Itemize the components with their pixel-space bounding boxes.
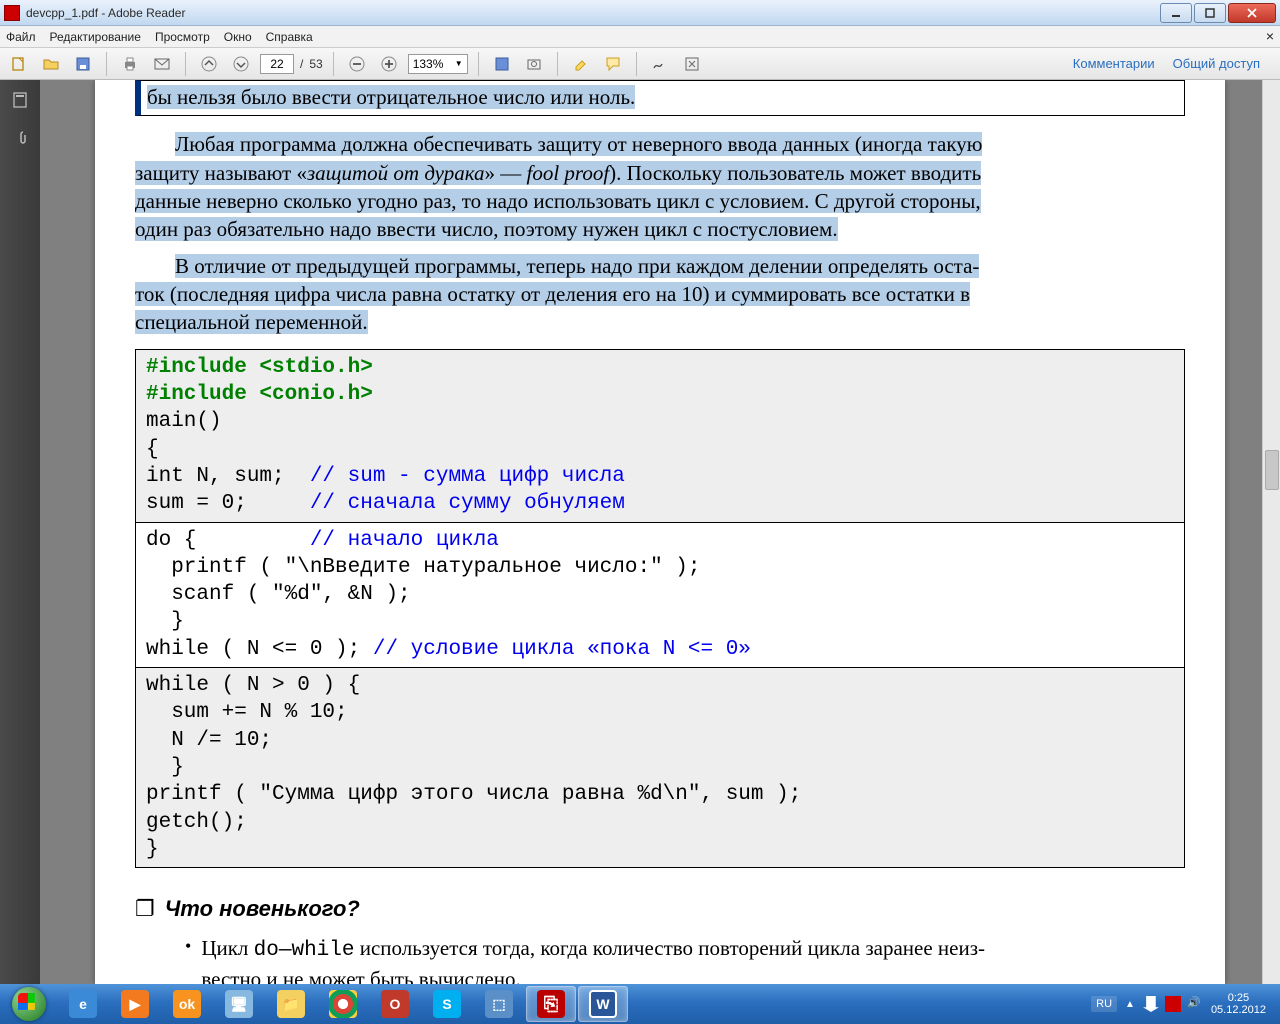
thumbnails-icon[interactable] — [8, 88, 32, 112]
chevron-down-icon: ▼ — [455, 59, 463, 68]
vertical-scrollbar[interactable] — [1262, 80, 1280, 984]
menu-file[interactable]: Файл — [6, 30, 36, 44]
toolbar: / 53 133% ▼ Комментарии Общий доступ — [0, 48, 1280, 80]
pdf-page: бы нельзя было ввести отрицательное числ… — [95, 80, 1225, 984]
sign-button[interactable] — [647, 51, 673, 77]
export-pdf-button[interactable] — [6, 51, 32, 77]
taskbar-wmp[interactable]: ▶ — [110, 986, 160, 1022]
maximize-button[interactable] — [1194, 3, 1226, 23]
tray-expand-icon[interactable]: ▲ — [1125, 999, 1135, 1010]
tool-snapshot-button[interactable] — [521, 51, 547, 77]
top-line: бы нельзя было ввести отрицательное числ… — [147, 85, 635, 109]
page-number-input[interactable] — [260, 54, 294, 74]
taskbar-ok[interactable]: ok — [162, 986, 212, 1022]
taskbar-ie[interactable]: e — [58, 986, 108, 1022]
menu-view[interactable]: Просмотр — [155, 30, 210, 44]
language-indicator[interactable]: RU — [1091, 996, 1117, 1012]
bullet-1: • Цикл do—while используется тогда, когд… — [185, 934, 1185, 984]
start-button[interactable] — [4, 985, 54, 1023]
paragraph-1: Любая программа должна обеспечивать защи… — [135, 130, 1185, 243]
action-center-icon[interactable] — [1143, 996, 1159, 1012]
bullet-dot: • — [185, 934, 191, 984]
read-mode-button[interactable] — [679, 51, 705, 77]
taskbar-explorer[interactable]: 📁 — [266, 986, 316, 1022]
open-button[interactable] — [38, 51, 64, 77]
taskbar-chrome[interactable] — [318, 986, 368, 1022]
minimize-button[interactable] — [1160, 3, 1192, 23]
heading-text: Что новенького? — [165, 894, 360, 924]
close-button[interactable] — [1228, 3, 1276, 23]
window-title: devcpp_1.pdf - Adobe Reader — [26, 6, 1158, 20]
taskbar-adobe-reader[interactable]: ⎘ — [526, 986, 576, 1022]
window-titlebar: devcpp_1.pdf - Adobe Reader — [0, 0, 1280, 26]
network-icon[interactable] — [1165, 996, 1181, 1012]
print-button[interactable] — [117, 51, 143, 77]
windows-icon — [12, 987, 46, 1021]
code-section-3: while ( N > 0 ) { sum += N % 10; N /= 10… — [136, 668, 1184, 867]
taskbar-word[interactable]: W — [578, 986, 628, 1022]
code-block: #include <stdio.h> #include <conio.h> ma… — [135, 349, 1185, 868]
email-button[interactable] — [149, 51, 175, 77]
main-area: бы нельзя было ввести отрицательное числ… — [0, 80, 1280, 984]
scrollbar-thumb[interactable] — [1265, 450, 1279, 490]
attachments-icon[interactable] — [8, 126, 32, 150]
taskbar-mycomputer[interactable]: 🖥 — [214, 986, 264, 1022]
taskbar-opera[interactable]: O — [370, 986, 420, 1022]
clock-time: 0:25 — [1211, 992, 1266, 1004]
comment-button[interactable] — [600, 51, 626, 77]
clock[interactable]: 0:25 05.12.2012 — [1211, 992, 1266, 1016]
zoom-select[interactable]: 133% ▼ — [408, 54, 468, 74]
pdf-icon — [4, 5, 20, 21]
code-section-2: do { // начало цикла printf ( "\nВведите… — [136, 523, 1184, 668]
navigation-pane — [0, 80, 40, 984]
page-total: 53 — [309, 57, 322, 71]
page-sep: / — [300, 57, 303, 71]
highlight-button[interactable] — [568, 51, 594, 77]
code-section-1: #include <stdio.h> #include <conio.h> ma… — [136, 350, 1184, 523]
volume-icon[interactable]: 🔊 — [1187, 996, 1203, 1012]
menu-help[interactable]: Справка — [266, 30, 313, 44]
tool-save-copy-button[interactable] — [489, 51, 515, 77]
menubar: Файл Редактирование Просмотр Окно Справк… — [0, 26, 1280, 48]
comments-link[interactable]: Комментарии — [1073, 56, 1155, 71]
system-tray: RU ▲ 🔊 0:25 05.12.2012 — [1091, 992, 1276, 1016]
zoom-out-button[interactable] — [344, 51, 370, 77]
boxed-text: бы нельзя было ввести отрицательное числ… — [135, 80, 1185, 116]
taskbar-app[interactable]: ⬚ — [474, 986, 524, 1022]
taskbar-skype[interactable]: S — [422, 986, 472, 1022]
paragraph-2: В отличие от предыдущей программы, тепер… — [135, 252, 1185, 337]
zoom-in-button[interactable] — [376, 51, 402, 77]
save-button[interactable] — [70, 51, 96, 77]
section-heading: ❐ Что новенького? — [135, 894, 1185, 924]
document-area[interactable]: бы нельзя было ввести отрицательное числ… — [40, 80, 1280, 984]
page-down-button[interactable] — [228, 51, 254, 77]
share-link[interactable]: Общий доступ — [1173, 56, 1260, 71]
menu-edit[interactable]: Редактирование — [50, 30, 141, 44]
menu-window[interactable]: Окно — [224, 30, 252, 44]
page-up-button[interactable] — [196, 51, 222, 77]
taskbar: e ▶ ok 🖥 📁 O S ⬚ ⎘ W RU ▲ 🔊 0:25 05.12.2… — [0, 984, 1280, 1024]
clock-date: 05.12.2012 — [1211, 1004, 1266, 1016]
book-icon: ❐ — [135, 894, 155, 924]
zoom-value: 133% — [413, 57, 444, 71]
menubar-close-icon[interactable]: × — [1266, 28, 1274, 44]
